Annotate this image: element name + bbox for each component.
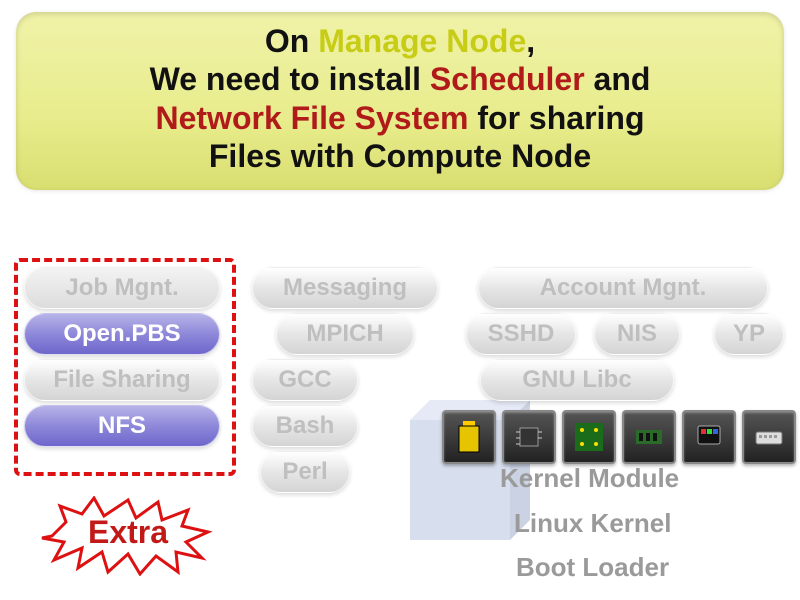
text-perl: Perl [282, 458, 327, 485]
label-file-sharing: File Sharing [24, 359, 220, 401]
keyboard-icon [742, 410, 796, 464]
label-gnu-libc: GNU Libc [480, 359, 674, 401]
text-sshd: SSHD [488, 320, 555, 347]
banner-text-2: We need to install Scheduler and [150, 61, 651, 97]
label-nfs: NFS [24, 405, 220, 447]
label-linux-kernel: Linux Kernel [514, 508, 671, 539]
label-yp: YP [714, 313, 784, 355]
chip-icon [502, 410, 556, 464]
label-perl: Perl [260, 451, 350, 493]
label-mpich: MPICH [276, 313, 414, 355]
label-gcc: GCC [252, 359, 358, 401]
extra-text: Extra [40, 514, 216, 551]
text-gcc: GCC [278, 366, 331, 393]
text-openpbs: Open.PBS [63, 320, 180, 347]
label-bash: Bash [252, 405, 358, 447]
text-gnu-libc: GNU Libc [522, 366, 631, 393]
label-nis: NIS [594, 313, 680, 355]
title-banner: On Manage Node, We need to install Sched… [16, 12, 784, 190]
banner-text-4: Files with Compute Node [209, 138, 591, 174]
text-messaging: Messaging [283, 274, 407, 301]
text-bash: Bash [276, 412, 335, 439]
extra-starburst: Extra [40, 496, 216, 576]
ram-icon [622, 410, 676, 464]
label-messaging: Messaging [252, 267, 438, 309]
text-yp: YP [733, 320, 765, 347]
text-mpich: MPICH [306, 320, 383, 347]
label-kernel-module: Kernel Module [500, 463, 679, 494]
circuit-icon [562, 410, 616, 464]
text-nis: NIS [617, 320, 657, 347]
text-file-sharing: File Sharing [53, 366, 190, 393]
label-account-mgnt: Account Mgnt. [478, 267, 768, 309]
hardware-icon-row [442, 410, 796, 464]
battery-icon [442, 410, 496, 464]
display-icon [682, 410, 736, 464]
label-openpbs: Open.PBS [24, 313, 220, 355]
label-sshd: SSHD [466, 313, 576, 355]
label-boot-loader: Boot Loader [516, 552, 669, 583]
text-job-mgnt: Job Mgnt. [65, 274, 178, 301]
text-account-mgnt: Account Mgnt. [540, 274, 707, 301]
text-nfs: NFS [98, 412, 146, 439]
banner-text-3: Network File System for sharing [155, 100, 644, 136]
banner-text-1: On Manage Node, [265, 23, 535, 59]
label-job-mgnt: Job Mgnt. [24, 267, 220, 309]
